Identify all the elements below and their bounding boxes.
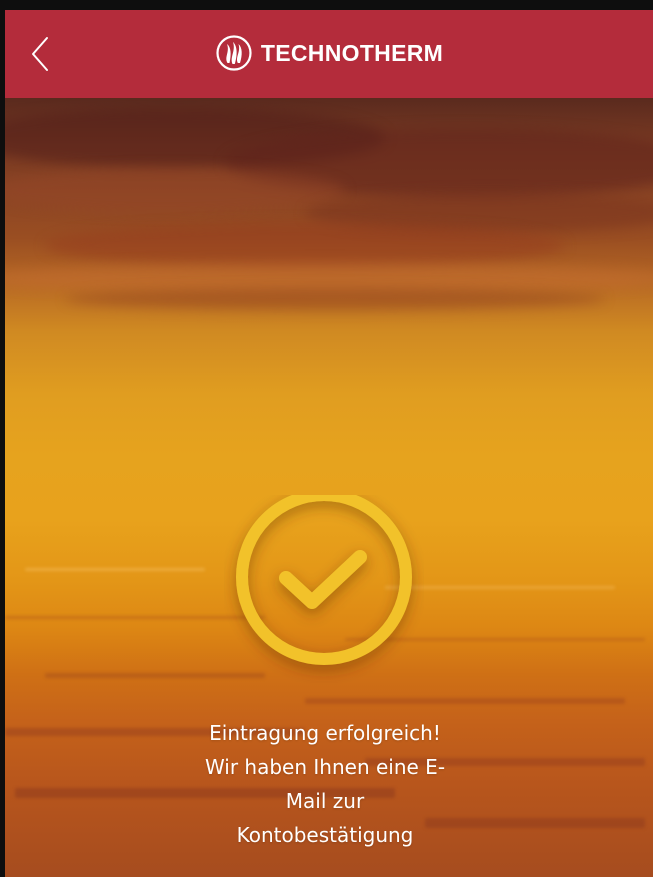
brand-name: TECHNOTHERM: [260, 39, 444, 66]
status-bar-strip: [0, 0, 653, 10]
left-edge: [0, 0, 5, 877]
checkmark-circle-icon: [236, 489, 412, 665]
app-screen: TECHNOTHERM Eintragung erfolgreich! Wir …: [0, 0, 653, 877]
flame-logo-icon: [216, 35, 252, 71]
success-indicator: [224, 489, 424, 695]
brand: TECHNOTHERM: [5, 30, 653, 76]
success-message: Eintragung erfolgreich! Wir haben Ihnen …: [204, 721, 446, 847]
app-header: TECHNOTHERM: [5, 10, 653, 98]
